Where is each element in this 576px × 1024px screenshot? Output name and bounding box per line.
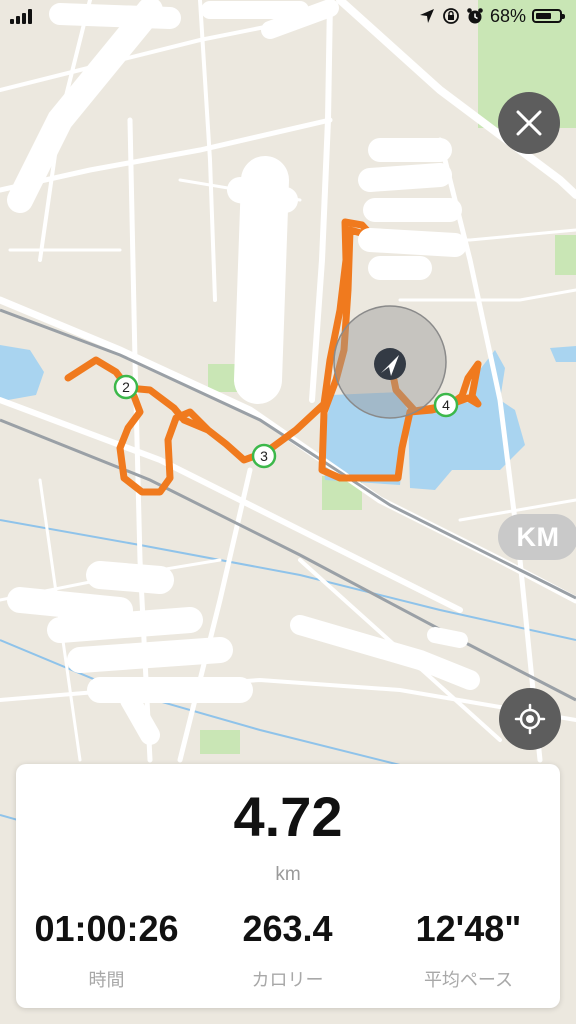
distance-unit: km (275, 864, 301, 885)
close-icon (516, 110, 542, 136)
status-icons: 68% (418, 5, 565, 26)
km-marker-label: 3 (260, 448, 268, 464)
average-pace-value: 12'48" (415, 908, 522, 949)
calories-label: カロリー (251, 970, 324, 990)
location-arrow-icon (419, 9, 434, 23)
duration-value: 01:00:26 (34, 908, 179, 949)
alarm-clock-icon (467, 8, 483, 24)
battery-icon (532, 9, 565, 23)
duration-label: 時間 (88, 970, 125, 990)
screen-lock-icon (443, 8, 459, 24)
average-pace-label: 平均ペース (423, 970, 514, 990)
crosshair-icon (514, 703, 546, 735)
close-button[interactable] (498, 92, 560, 154)
status-bar: 68% (0, 0, 576, 34)
battery-fill (536, 13, 551, 19)
km-marker-2[interactable]: 2 (113, 374, 139, 400)
km-marker-label: 4 (442, 397, 450, 413)
locate-me-button[interactable] (499, 688, 561, 750)
calories-value: 263.4 (242, 908, 333, 949)
km-marker-label: 2 (122, 379, 130, 395)
signal-bars-icon (10, 8, 36, 24)
km-marker-4[interactable]: 4 (433, 392, 459, 418)
unit-toggle-button[interactable]: KM (498, 514, 576, 560)
current-location-arrow-icon (374, 348, 406, 380)
activity-stats-card: 4.72 km 01:00:26 時間 263.4 カロリー 12'48" 平均… (16, 764, 560, 1008)
km-marker-3[interactable]: 3 (251, 443, 277, 469)
battery-percentage: 68% (489, 5, 526, 26)
distance-value: 4.72 (233, 785, 343, 848)
